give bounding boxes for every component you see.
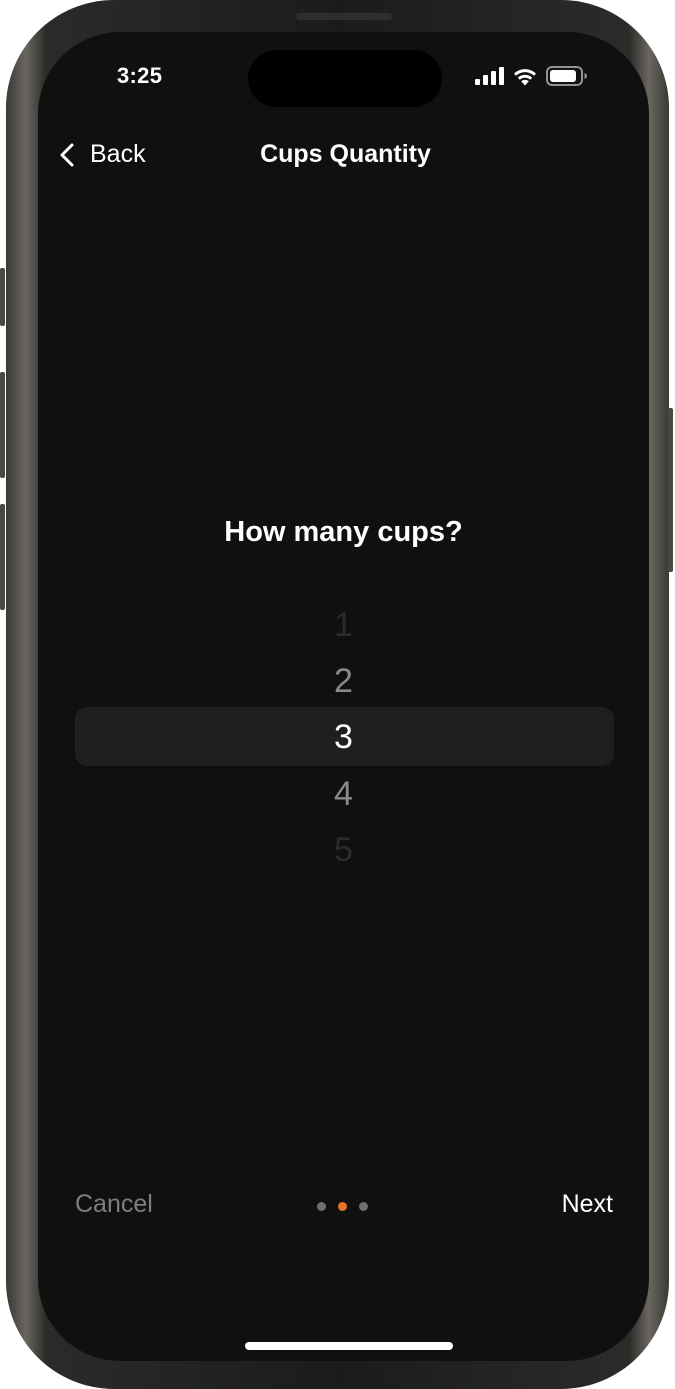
pagination-dot-active — [338, 1202, 347, 1211]
picker-option-1[interactable]: 1 — [38, 605, 649, 645]
pagination-dots — [317, 1202, 368, 1211]
power-button — [668, 408, 673, 572]
wifi-icon — [514, 68, 536, 85]
cancel-button[interactable]: Cancel — [75, 1190, 153, 1219]
page-title: Cups Quantity — [260, 140, 431, 168]
volume-up-button — [0, 372, 5, 478]
next-button[interactable]: Next — [562, 1190, 613, 1219]
pagination-dot — [359, 1202, 368, 1211]
speaker-slot — [296, 13, 392, 20]
screen: 3:25 Back Cups Quantity How many cups? 1… — [38, 32, 649, 1361]
picker-option-4[interactable]: 4 — [38, 774, 649, 814]
phone-frame: 3:25 Back Cups Quantity How many cups? 1… — [0, 0, 673, 1389]
pagination-dot — [317, 1202, 326, 1211]
status-icons — [475, 66, 588, 86]
dynamic-island — [248, 50, 442, 107]
picker-option-2[interactable]: 2 — [38, 661, 649, 701]
picker-option-5[interactable]: 5 — [38, 830, 649, 870]
volume-down-button — [0, 504, 5, 610]
picker-option-selected[interactable]: 3 — [38, 717, 649, 757]
home-indicator[interactable] — [245, 1342, 453, 1350]
battery-icon — [546, 66, 587, 86]
cellular-signal-icon — [475, 67, 504, 85]
action-button — [0, 268, 5, 326]
status-time: 3:25 — [117, 63, 163, 88]
question-heading: How many cups? — [224, 516, 463, 548]
